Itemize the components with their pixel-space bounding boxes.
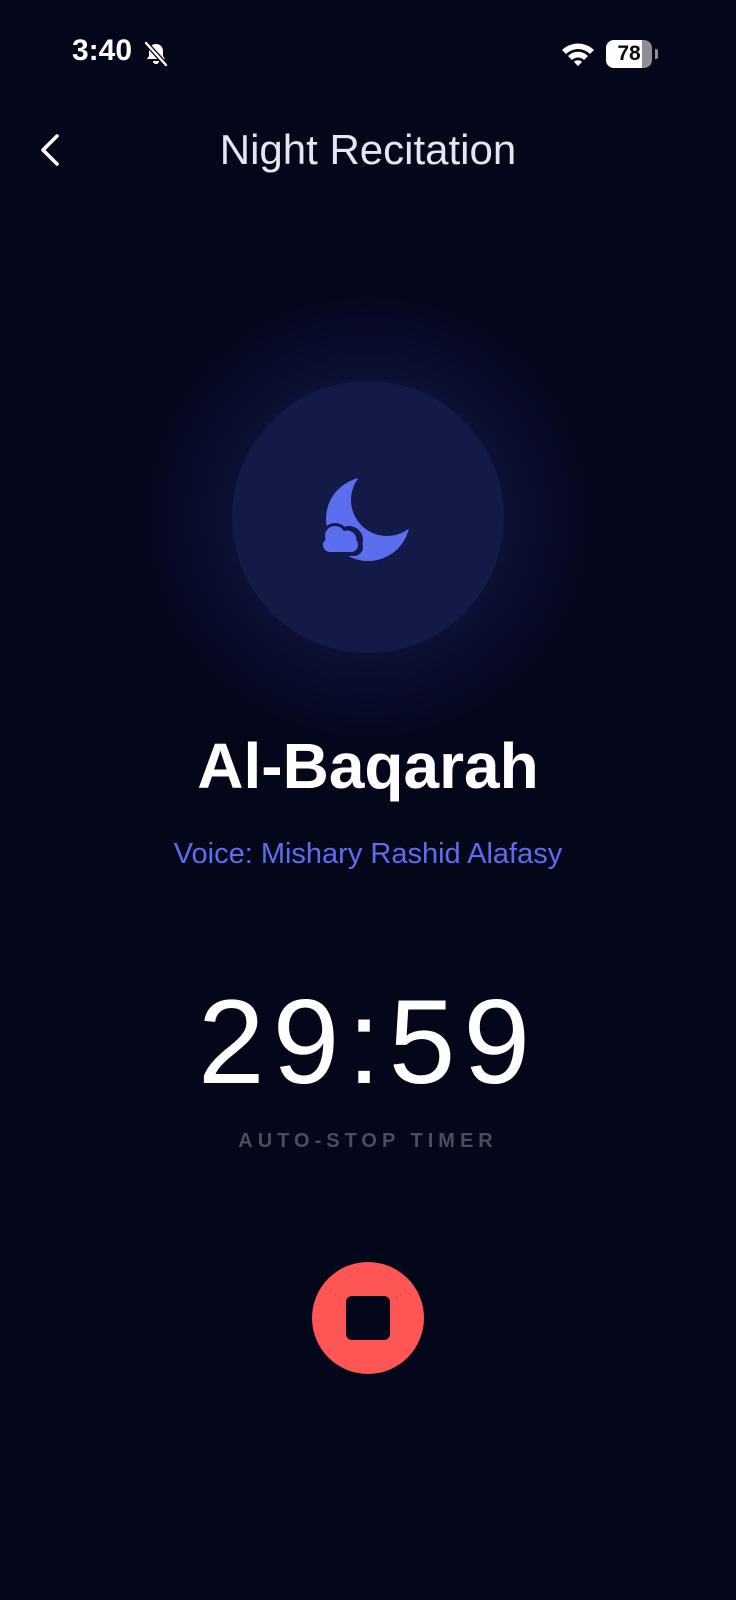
status-time: 3:40 bbox=[72, 34, 133, 67]
stop-button[interactable] bbox=[312, 1262, 424, 1374]
surah-name: Al-Baqarah bbox=[197, 730, 539, 802]
battery-level: 78 bbox=[617, 42, 641, 65]
stop-icon bbox=[346, 1296, 390, 1340]
chevron-left-icon bbox=[41, 134, 59, 166]
status-bar: 3:40 78 bbox=[0, 0, 736, 110]
battery-indicator: 78 bbox=[606, 40, 658, 68]
timer-display: 29:59 bbox=[197, 975, 539, 1109]
header: Night Recitation bbox=[0, 110, 736, 190]
back-button[interactable] bbox=[24, 124, 76, 176]
battery-cap bbox=[655, 49, 658, 59]
reciter-label: Voice: Mishary Rashid Alafasy bbox=[173, 838, 563, 870]
bell-muted-icon bbox=[144, 41, 168, 67]
wifi-icon bbox=[562, 43, 594, 66]
battery-body: 78 bbox=[606, 40, 652, 68]
screen: 3:40 78 Night Recitation Al-Baqarah Voic… bbox=[0, 0, 736, 1600]
timer-label: AUTO-STOP TIMER bbox=[238, 1130, 498, 1152]
page-title: Night Recitation bbox=[219, 126, 517, 173]
moon-cloud-icon bbox=[319, 477, 410, 561]
